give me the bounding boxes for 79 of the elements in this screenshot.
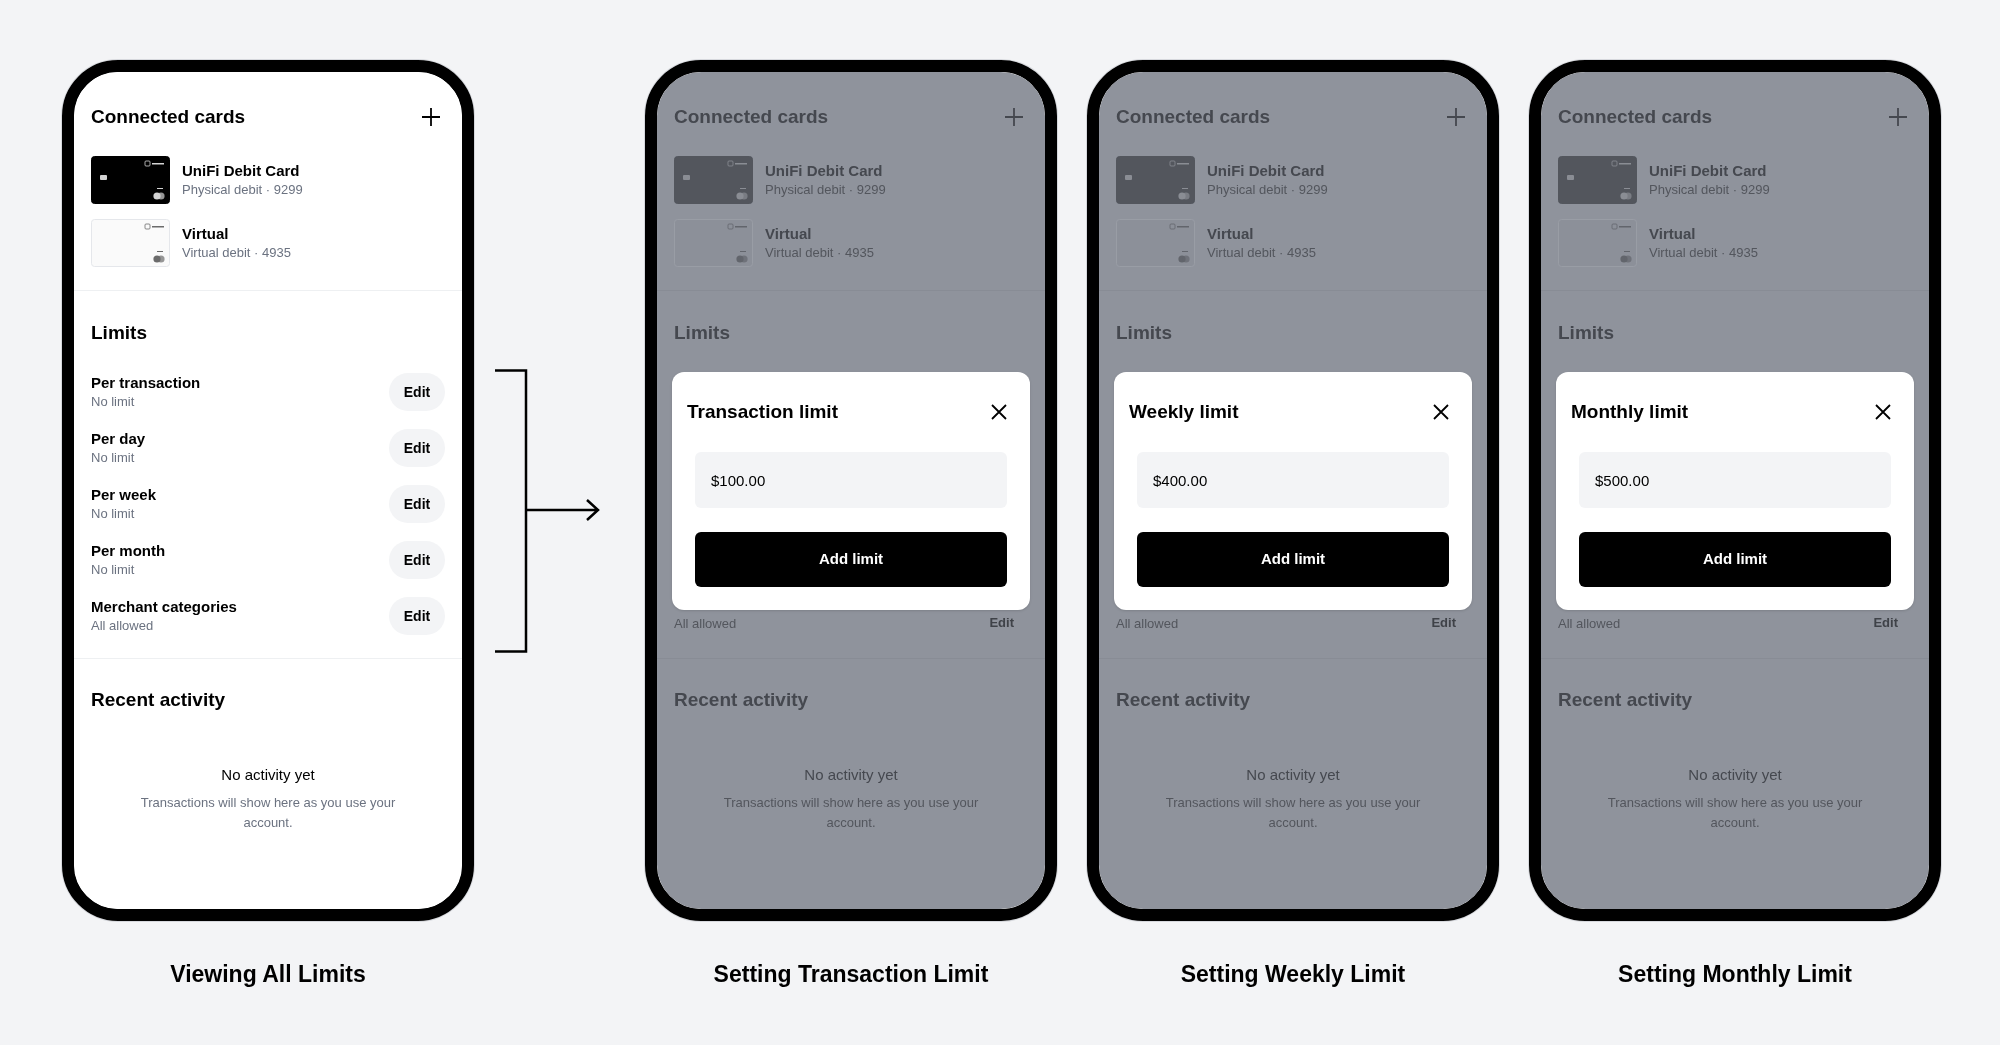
limit-value: No limit	[91, 449, 136, 467]
empty-state-text: Transactions will show here as you use your account.	[1164, 794, 1422, 832]
add-limit-button[interactable]: Add limit	[695, 532, 1007, 587]
card-detail: Physical debit · 9299	[182, 181, 303, 199]
debit-card-icon	[1558, 219, 1637, 267]
edit-button[interactable]: Edit	[389, 541, 445, 579]
empty-state-text: Transactions will show here as you use your account.	[1606, 794, 1864, 832]
edit-button[interactable]: Edit	[389, 485, 445, 523]
card-name: Virtual	[1649, 224, 1697, 244]
edit-button[interactable]: Edit	[389, 429, 445, 467]
section-title: Recent activity	[1116, 688, 1252, 712]
section-title: Limits	[91, 321, 148, 345]
empty-state-text: Transactions will show here as you use your account.	[139, 794, 397, 832]
limit-label: Per day	[91, 429, 146, 449]
card-name: UniFi Debit Card	[1207, 161, 1326, 181]
screen-caption: Setting Transaction Limit	[713, 960, 989, 989]
card-detail: Virtual debit · 4935	[765, 244, 874, 262]
card-name: Virtual	[765, 224, 813, 244]
card-detail: Virtual debit · 4935	[1207, 244, 1316, 262]
add-limit-button[interactable]: Add limit	[1579, 532, 1891, 587]
limit-value: No limit	[91, 505, 136, 523]
debit-card-icon	[674, 156, 753, 204]
debit-card-icon	[91, 156, 170, 204]
card-detail: Physical debit · 9299	[1207, 181, 1328, 199]
limit-label: Per week	[91, 485, 157, 505]
section-title: Limits	[1116, 321, 1173, 345]
close-icon[interactable]	[1875, 404, 1891, 420]
card-detail: Physical debit · 9299	[1649, 181, 1770, 199]
dialog-title: Weekly limit	[1129, 400, 1239, 424]
limit-value: All allowed	[1116, 615, 1179, 633]
card-detail: Virtual debit · 4935	[1649, 244, 1758, 262]
close-icon[interactable]	[991, 404, 1007, 420]
card-name: UniFi Debit Card	[182, 161, 301, 181]
card-name: Virtual	[1207, 224, 1255, 244]
limit-value: No limit	[91, 393, 136, 411]
empty-state-title: No activity yet	[1687, 765, 1783, 785]
limit-value: No limit	[91, 561, 136, 579]
limit-value: All allowed	[1558, 615, 1621, 633]
add-limit-button[interactable]: Add limit	[1137, 532, 1449, 587]
dialog-title: Monthly limit	[1571, 400, 1689, 424]
empty-state-title: No activity yet	[803, 765, 899, 785]
debit-card-icon	[1558, 156, 1637, 204]
dialog-title: Transaction limit	[687, 400, 838, 424]
edit-button[interactable]: Edit	[389, 373, 445, 411]
empty-state-title: No activity yet	[220, 765, 316, 785]
section-title: Limits	[1558, 321, 1615, 345]
close-icon[interactable]	[1433, 404, 1449, 420]
section-title: Connected cards	[1116, 105, 1271, 129]
debit-card-icon	[674, 219, 753, 267]
section-title: Recent activity	[91, 688, 227, 712]
card-name: UniFi Debit Card	[765, 161, 884, 181]
debit-card-icon	[1116, 219, 1195, 267]
card-detail: Physical debit · 9299	[765, 181, 886, 199]
empty-state-text: Transactions will show here as you use your account.	[722, 794, 980, 832]
empty-state-title: No activity yet	[1245, 765, 1341, 785]
edit-button[interactable]: Edit	[389, 597, 445, 635]
plus-icon[interactable]	[421, 107, 441, 127]
debit-card-icon	[1116, 156, 1195, 204]
limit-label: Per month	[91, 541, 166, 561]
section-title: Recent activity	[1558, 688, 1694, 712]
section-title: Recent activity	[674, 688, 810, 712]
section-title: Connected cards	[674, 105, 829, 129]
screen-caption: Setting Monthly Limit	[1618, 960, 1852, 989]
section-title: Connected cards	[1558, 105, 1713, 129]
amount-input-field[interactable]: $500.00	[1579, 452, 1891, 508]
limit-value: All allowed	[674, 615, 737, 633]
card-detail: Virtual debit · 4935	[182, 244, 291, 262]
amount-input-field[interactable]: $400.00	[1137, 452, 1449, 508]
section-title: Connected cards	[91, 105, 246, 129]
section-title: Limits	[674, 321, 731, 345]
limit-label: Per transaction	[91, 373, 201, 393]
amount-input-field[interactable]: $100.00	[695, 452, 1007, 508]
debit-card-icon	[91, 219, 170, 267]
limit-value: All allowed	[91, 617, 155, 635]
screen-caption: Viewing All Limits	[170, 960, 366, 989]
card-name: UniFi Debit Card	[1649, 161, 1768, 181]
limit-label: Merchant categories	[91, 597, 237, 617]
screen-caption: Setting Weekly Limit	[1180, 960, 1406, 989]
card-name: Virtual	[182, 224, 230, 244]
